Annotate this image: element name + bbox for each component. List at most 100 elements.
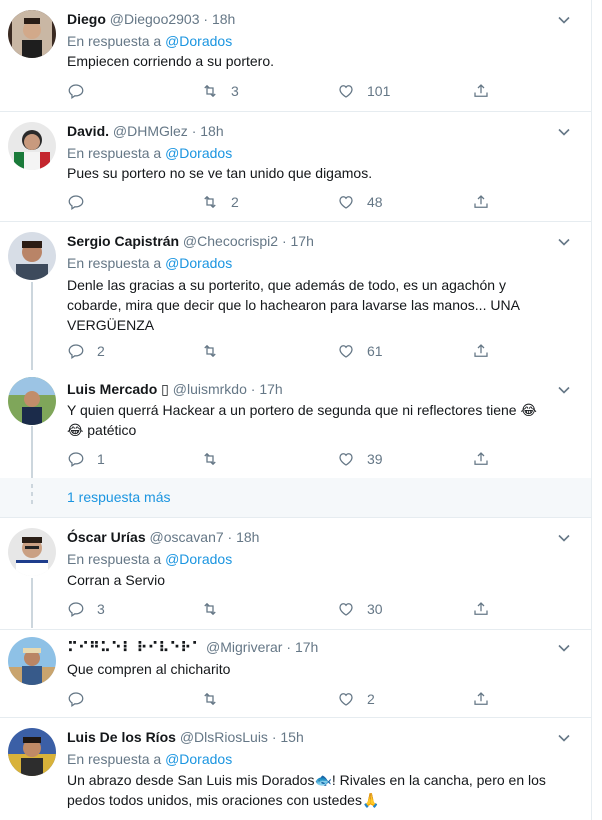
thread-dots	[31, 484, 33, 514]
chevron-down-icon[interactable]	[558, 642, 570, 654]
reply-mention-link[interactable]: @Dorados	[165, 145, 232, 161]
timestamp[interactable]: 15h	[280, 729, 303, 745]
display-name[interactable]: Luis De los Ríos	[67, 729, 176, 745]
like-button[interactable]: 39	[337, 449, 383, 469]
retweet-count: 3	[231, 83, 239, 99]
retweet-button[interactable]	[201, 689, 231, 709]
separator-dot: ·	[203, 11, 209, 27]
share-button[interactable]	[472, 689, 490, 709]
tweet-actions: 2 48	[67, 192, 507, 212]
tweet-actions: 1 39	[67, 449, 507, 469]
display-name[interactable]: ⠍⠊⠛⠥⠑⠇ ⠗⠊⠧⠑⠗⠁	[67, 639, 202, 655]
retweet-button[interactable]: 2	[201, 192, 239, 212]
share-button[interactable]	[472, 449, 490, 469]
reply-mention-link[interactable]: @Dorados	[165, 33, 232, 49]
tweet-text-line: Y quien querrá Hackear a un portero de s…	[67, 402, 517, 418]
share-button[interactable]	[472, 192, 490, 212]
tweet-luis-de-los-rios[interactable]: Luis De los Ríos @DlsRiosLuis · 15h En r…	[0, 718, 591, 820]
reply-button[interactable]: 1	[67, 449, 105, 469]
display-name[interactable]: Sergio Capistrán	[67, 233, 179, 249]
reply-mention-link[interactable]: @Dorados	[165, 751, 232, 767]
display-name[interactable]: Óscar Urías	[67, 529, 146, 545]
tweet-text: Que compren al chicharito	[67, 661, 231, 677]
share-icon	[474, 602, 488, 615]
user-handle[interactable]: @DlsRiosLuis	[180, 729, 268, 745]
tweet-david[interactable]: David. @DHMGlez · 18h En respuesta a @Do…	[0, 112, 591, 222]
retweet-button[interactable]: 3	[201, 81, 239, 101]
chevron-down-icon[interactable]	[558, 384, 570, 396]
retweet-icon	[204, 195, 216, 209]
tweet-header: ⠍⠊⠛⠥⠑⠇ ⠗⠊⠧⠑⠗⠁ @Migriverar · 17h	[67, 638, 552, 656]
display-name[interactable]: David.	[67, 123, 109, 139]
chevron-down-icon[interactable]	[558, 236, 570, 248]
timestamp[interactable]: 17h	[259, 381, 282, 397]
like-button[interactable]: 48	[337, 192, 383, 212]
avatar[interactable]	[8, 232, 56, 280]
share-button[interactable]	[472, 81, 490, 101]
retweet-icon	[204, 602, 216, 616]
timestamp[interactable]: 18h	[200, 123, 223, 139]
reply-mention-link[interactable]: @Dorados	[165, 255, 232, 271]
reply-count: 2	[97, 343, 105, 359]
tweet-migriverar[interactable]: ⠍⠊⠛⠥⠑⠇ ⠗⠊⠧⠑⠗⠁ @Migriverar · 17h Que comp…	[0, 630, 591, 718]
retweet-button[interactable]	[201, 341, 231, 361]
like-button[interactable]: 61	[337, 341, 383, 361]
reply-button[interactable]: 3	[67, 599, 105, 619]
display-name[interactable]: Diego	[67, 11, 106, 27]
retweet-button[interactable]	[201, 599, 231, 619]
avatar[interactable]	[8, 528, 56, 576]
like-button[interactable]: 101	[337, 81, 390, 101]
avatar[interactable]	[8, 377, 56, 425]
reply-mention-link[interactable]: @Dorados	[165, 551, 232, 567]
timestamp[interactable]: 18h	[212, 11, 235, 27]
timestamp[interactable]: 18h	[236, 529, 259, 545]
more-replies-link[interactable]: 1 respuesta más	[67, 489, 171, 505]
reply-button[interactable]	[67, 689, 97, 709]
praying-hands-emoji: 🙏	[361, 792, 380, 808]
chevron-down-icon[interactable]	[558, 126, 570, 138]
tweet-actions: 3 101	[67, 81, 507, 101]
user-handle[interactable]: @Diegoo2903	[110, 11, 200, 27]
avatar[interactable]	[8, 10, 56, 58]
share-button[interactable]	[472, 599, 490, 619]
thread-line	[31, 282, 33, 370]
avatar[interactable]	[8, 122, 56, 170]
share-button[interactable]	[472, 341, 490, 361]
like-button[interactable]: 30	[337, 599, 383, 619]
user-handle[interactable]: @Migriverar	[206, 639, 282, 655]
reply-icon	[68, 602, 84, 617]
retweet-button[interactable]	[201, 449, 231, 469]
thread-line	[31, 578, 33, 628]
tweet-luis-mercado[interactable]: Luis Mercado ▯ @luismrkdo · 17h Y quien …	[0, 370, 591, 478]
reply-button[interactable]: 2	[67, 341, 105, 361]
avatar[interactable]	[8, 728, 56, 776]
tweet-text-line: Un abrazo desde San Luis mis Dorados	[67, 772, 315, 788]
reply-button[interactable]	[67, 81, 97, 101]
avatar[interactable]	[8, 637, 56, 685]
timestamp[interactable]: 17h	[291, 233, 314, 249]
chevron-down-icon[interactable]	[558, 732, 570, 744]
separator-dot: ·	[250, 381, 256, 397]
like-count: 30	[367, 601, 383, 617]
like-icon	[339, 196, 353, 209]
tweet-diego[interactable]: Diego @Diegoo2903 · 18h En respuesta a @…	[0, 0, 591, 112]
user-handle[interactable]: @luismrkdo	[173, 381, 247, 397]
chevron-down-icon[interactable]	[558, 532, 570, 544]
timestamp[interactable]: 17h	[295, 639, 318, 655]
like-count: 39	[367, 451, 383, 467]
like-button[interactable]: 2	[337, 689, 375, 709]
tweet-header: Diego @Diegoo2903 · 18h	[67, 10, 552, 28]
separator-dot: ·	[191, 123, 197, 139]
user-handle[interactable]: @oscavan7	[150, 529, 224, 545]
user-handle[interactable]: @Checocrispi2	[183, 233, 278, 249]
chevron-down-icon[interactable]	[558, 14, 570, 26]
tweet-sergio[interactable]: Sergio Capistrán @Checocrispi2 · 17h En …	[0, 222, 591, 370]
user-handle[interactable]: @DHMGlez	[113, 123, 188, 139]
tweet-oscar[interactable]: Óscar Urías @oscavan7 · 18h En respuesta…	[0, 518, 591, 630]
show-more-replies[interactable]: 1 respuesta más	[0, 478, 591, 518]
reply-button[interactable]	[67, 192, 97, 212]
tweet-text-line: cobarde, mira que decir que lo hachearon…	[67, 297, 520, 313]
reply-icon	[68, 344, 84, 359]
reply-prefix: En respuesta a	[67, 255, 162, 271]
display-name[interactable]: Luis Mercado	[67, 381, 157, 397]
